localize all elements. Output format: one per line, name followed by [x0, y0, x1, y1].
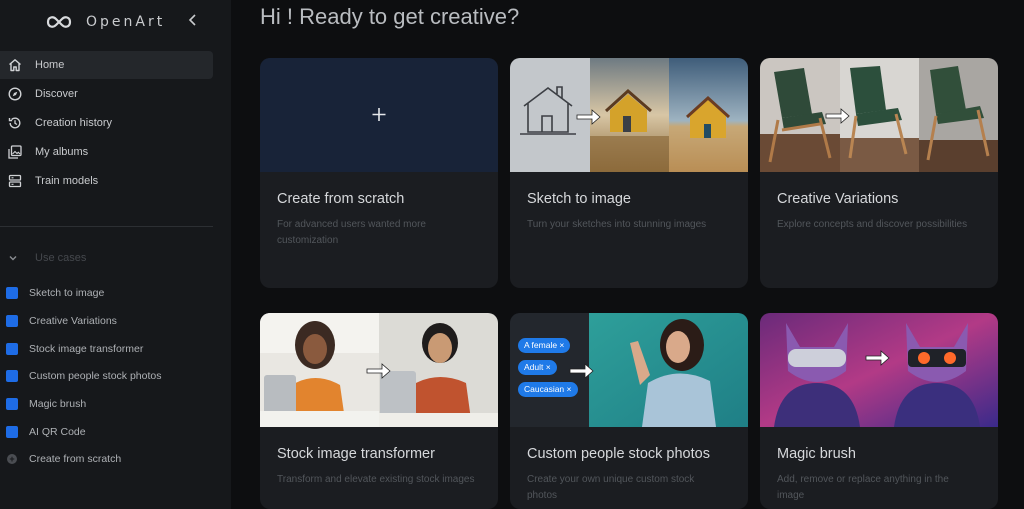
- use-case-label: Sketch to image: [29, 287, 105, 299]
- sidebar-divider: [0, 226, 213, 227]
- nav-label: Discover: [35, 88, 78, 100]
- history-icon: [8, 117, 21, 129]
- nav-item-my-albums[interactable]: My albums: [0, 138, 213, 166]
- use-case-label: AI QR Code: [29, 426, 86, 438]
- use-case-color-icon: [6, 343, 18, 355]
- chevron-left-icon: [188, 14, 196, 26]
- creative-variations-preview: [760, 58, 998, 172]
- use-case-label: Custom people stock photos: [29, 370, 162, 382]
- use-case-item[interactable]: Sketch to image: [0, 283, 213, 303]
- use-case-color-icon: [6, 287, 18, 299]
- card-sketch-to-image[interactable]: Sketch to image Turn your sketches into …: [510, 58, 748, 288]
- magic-brush-preview: [760, 313, 998, 427]
- nav-label: Train models: [35, 175, 99, 187]
- nav-item-creation-history[interactable]: Creation history: [0, 109, 213, 137]
- nav-item-home[interactable]: Home: [0, 51, 213, 79]
- nav-item-train-models[interactable]: Train models: [0, 167, 213, 195]
- tag-chip[interactable]: A female ×: [518, 338, 571, 353]
- use-case-item[interactable]: Custom people stock photos: [0, 366, 213, 386]
- card-title: Create from scratch: [277, 191, 405, 207]
- plus-icon: [372, 108, 386, 121]
- card-description: Transform and elevate existing stock ima…: [277, 474, 475, 485]
- card-custom-people-stock-photos[interactable]: A female × Adult × Caucasian × Custom pe…: [510, 313, 748, 509]
- card-title: Custom people stock photos: [527, 446, 710, 462]
- card-title: Creative Variations: [777, 191, 899, 207]
- card-description: For advanced users wanted more customiza…: [277, 219, 426, 246]
- brand-name: OpenArt: [86, 14, 166, 30]
- card-title: Sketch to image: [527, 191, 631, 207]
- card-stock-image-transformer[interactable]: Stock image transformer Transform and el…: [260, 313, 498, 509]
- use-case-color-icon: [6, 370, 18, 382]
- card-title: Stock image transformer: [277, 446, 435, 462]
- use-case-label: Creative Variations: [29, 315, 117, 327]
- openart-logo-icon: [46, 16, 72, 28]
- album-icon: [8, 145, 22, 159]
- nav-item-discover[interactable]: Discover: [0, 80, 213, 108]
- use-case-item[interactable]: Magic brush: [0, 394, 213, 414]
- nav-label: My albums: [35, 146, 89, 158]
- create-label: Create from scratch: [29, 453, 122, 465]
- use-cases-toggle[interactable]: Use cases: [8, 251, 86, 265]
- card-media: [760, 313, 998, 427]
- card-title: Magic brush: [777, 446, 856, 462]
- use-case-color-icon: [6, 315, 18, 327]
- use-case-item[interactable]: AI QR Code: [0, 422, 213, 442]
- card-description: Create your own unique custom stock phot…: [527, 474, 695, 501]
- create-from-scratch-item[interactable]: + Create from scratch: [0, 449, 213, 469]
- collapse-sidebar-button[interactable]: [186, 13, 200, 29]
- tag-chip[interactable]: Caucasian ×: [518, 382, 578, 397]
- card-magic-brush[interactable]: Magic brush Add, remove or replace anyth…: [760, 313, 998, 509]
- card-media: A female × Adult × Caucasian ×: [510, 313, 748, 427]
- card-media: [760, 58, 998, 172]
- home-icon: [9, 59, 21, 72]
- card-description: Add, remove or replace anything in the i…: [777, 474, 949, 501]
- nav-label: Home: [35, 59, 65, 71]
- sketch-to-image-preview: [510, 58, 748, 172]
- sidebar: OpenArt Home Discover Creation history M…: [0, 0, 231, 509]
- card-media: [510, 58, 748, 172]
- use-case-label: Stock image transformer: [29, 343, 144, 355]
- card-media: [260, 58, 498, 172]
- card-create-from-scratch[interactable]: Create from scratch For advanced users w…: [260, 58, 498, 288]
- tag-chip[interactable]: Adult ×: [518, 360, 557, 375]
- use-case-color-icon: [6, 426, 18, 438]
- use-cases-title: Use cases: [35, 252, 87, 264]
- use-case-label: Magic brush: [29, 398, 87, 410]
- card-creative-variations[interactable]: Creative Variations Explore concepts and…: [760, 58, 998, 288]
- use-case-color-icon: [6, 398, 18, 410]
- card-description: Explore concepts and discover possibilit…: [777, 219, 968, 230]
- use-case-item[interactable]: Stock image transformer: [0, 339, 213, 359]
- card-media: [260, 313, 498, 427]
- use-case-item[interactable]: Creative Variations: [0, 311, 213, 331]
- compass-icon: [8, 87, 22, 101]
- plus-circle-icon: +: [7, 454, 17, 464]
- page-headline: Hi ! Ready to get creative?: [260, 4, 520, 29]
- card-description: Turn your sketches into stunning images: [527, 219, 707, 230]
- stock-image-transformer-preview: [260, 313, 498, 427]
- server-icon: [8, 174, 22, 188]
- nav-label: Creation history: [35, 117, 113, 129]
- chevron-down-icon: [9, 256, 17, 261]
- brand[interactable]: OpenArt: [46, 10, 165, 34]
